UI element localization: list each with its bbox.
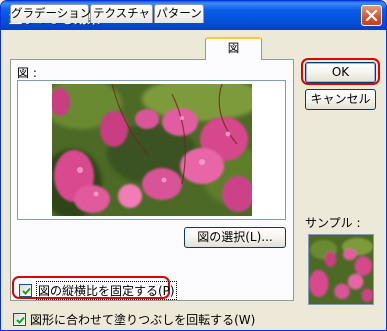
select-picture-button[interactable]: 図の選択(L)... xyxy=(184,227,286,248)
figure-label: 図 : xyxy=(17,66,37,80)
rotate-fill-checkbox-box[interactable] xyxy=(13,313,26,326)
rotate-fill-checkbox[interactable]: 図形に合わせて塗りつぶしを回転する(W) xyxy=(13,311,255,328)
sample-label: サンプル : xyxy=(305,216,361,230)
fill-effects-dialog: 塗りつぶし効果 グラデーション テクスチャ パターン 図 図 : xyxy=(0,0,387,331)
picture-preview-frame xyxy=(17,80,286,220)
sample-preview xyxy=(308,234,374,305)
close-button[interactable] xyxy=(361,5,382,26)
tab-gradient[interactable]: グラデーション xyxy=(10,4,91,23)
tab-picture[interactable]: 図 xyxy=(205,37,262,60)
lock-aspect-checkbox[interactable]: 図の縦横比を固定する(P) xyxy=(19,281,177,300)
checkmark-icon xyxy=(22,287,31,295)
rotate-fill-label: 図形に合わせて塗りつぶしを回転する(W) xyxy=(30,313,256,327)
cancel-button[interactable]: キャンセル xyxy=(305,89,376,110)
close-icon xyxy=(366,10,377,21)
lock-aspect-label: 図の縦横比を固定する(P) xyxy=(36,281,177,300)
sample-flower-image xyxy=(309,235,373,304)
checkmark-icon xyxy=(16,316,25,324)
tab-pattern[interactable]: パターン xyxy=(154,4,204,23)
tab-texture[interactable]: テクスチャ xyxy=(90,4,153,23)
ok-button[interactable]: OK xyxy=(305,62,376,83)
lock-aspect-checkbox-box[interactable] xyxy=(19,284,32,297)
picture-preview xyxy=(52,84,252,216)
flower-photo-image xyxy=(52,84,252,216)
